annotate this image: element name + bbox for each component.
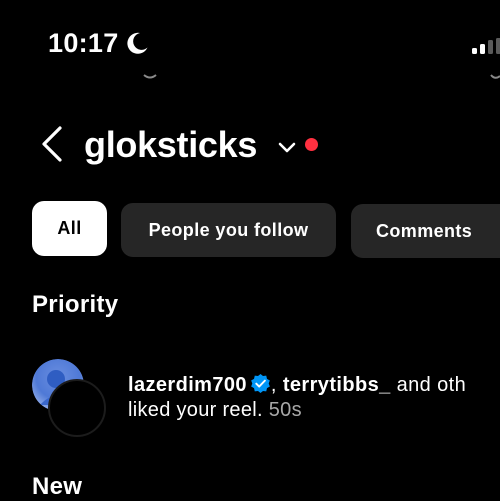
partial-icon: [143, 74, 157, 79]
filter-chip-label: Comments: [376, 220, 473, 241]
avatar[interactable]: [48, 379, 106, 437]
filter-chip-people-you-follow[interactable]: People you follow: [121, 203, 336, 257]
notification-username[interactable]: lazerdim700: [128, 374, 247, 396]
notification-action-text: liked your reel.: [128, 399, 269, 421]
filter-chip-comments[interactable]: Comments: [351, 204, 500, 258]
notification-username[interactable]: terrytibbs_: [283, 374, 391, 396]
header: gloksticks: [0, 118, 500, 174]
moon-icon: [127, 32, 148, 54]
notification-row[interactable]: lazerdim700 , terrytibbs_ and oth liked …: [0, 355, 500, 437]
cellular-signal-icon: [472, 38, 500, 54]
chevron-down-icon[interactable]: [276, 136, 298, 158]
notification-others: and oth: [390, 374, 467, 396]
chevron-left-icon[interactable]: [36, 122, 68, 166]
notification-action: liked your reel. 50s: [128, 399, 302, 422]
filter-chip-label: People you follow: [148, 219, 309, 240]
partial-icon: [490, 74, 500, 79]
verified-badge-icon: [251, 373, 270, 394]
status-time: 10:17: [48, 28, 119, 58]
filter-chip-all[interactable]: All: [32, 201, 107, 256]
notification-separator: ,: [270, 374, 283, 396]
notification-dot: [305, 138, 318, 151]
notification-text: lazerdim700 , terrytibbs_ and oth: [128, 373, 500, 397]
section-title-priority: Priority: [32, 291, 119, 318]
account-username[interactable]: gloksticks: [84, 124, 257, 166]
filter-chip-label: All: [57, 218, 82, 238]
section-title-new: New: [32, 473, 83, 500]
status-bar: 10:17: [0, 0, 500, 80]
notification-time: 50s: [268, 399, 302, 421]
